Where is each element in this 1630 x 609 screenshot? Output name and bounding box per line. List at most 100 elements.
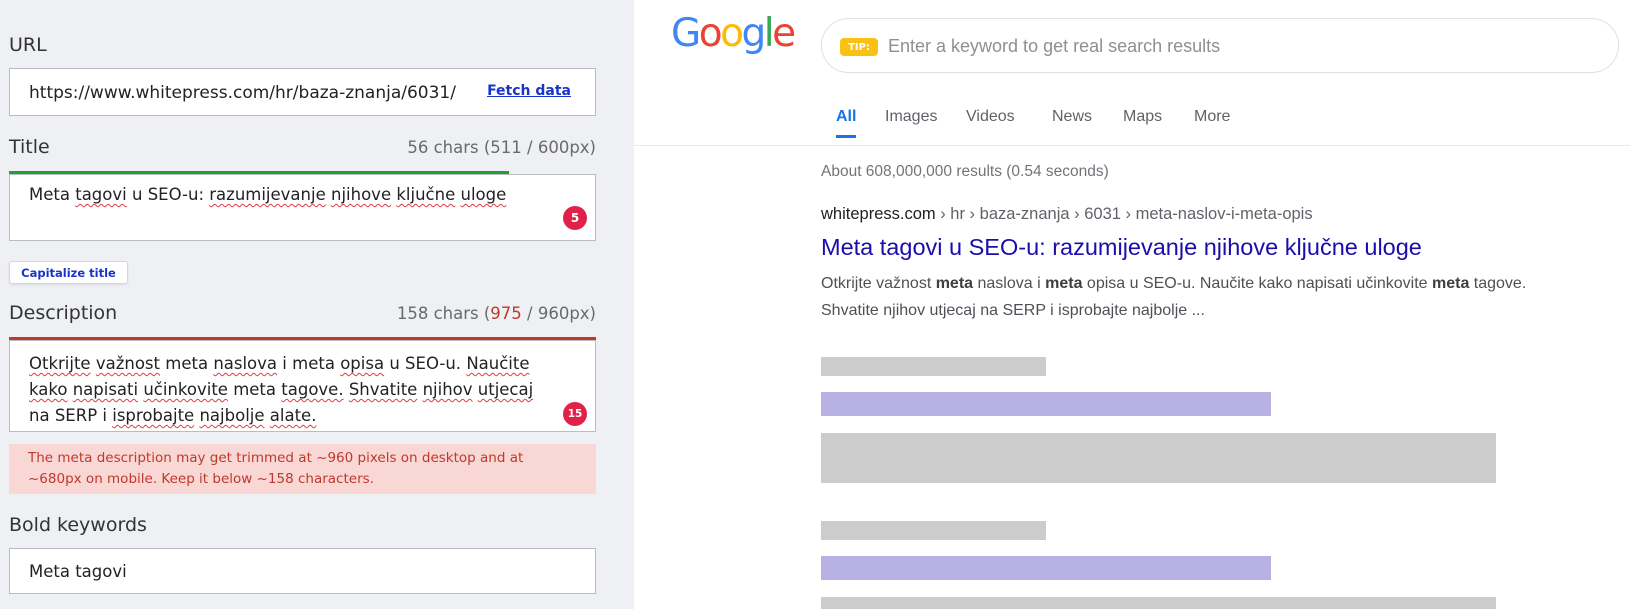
result-snippet: Otkrijte važnost meta naslova i meta opi… <box>821 270 1541 324</box>
bold-keywords-input[interactable]: Meta tagovi <box>9 548 596 594</box>
snippet-bold-keyword: meta <box>1045 275 1083 292</box>
description-word: i <box>282 354 287 373</box>
description-misspelled-word: važnost <box>95 354 160 373</box>
description-label: Description <box>9 302 118 324</box>
bold-keywords-value[interactable]: Meta tagovi <box>29 562 127 581</box>
breadcrumb-segment: hr <box>950 205 965 223</box>
url-label: URL <box>9 34 47 56</box>
result-domain: whitepress.com <box>821 205 936 223</box>
breadcrumb-separator: › <box>964 205 980 223</box>
snippet-text: naslova i <box>973 275 1046 292</box>
url-value[interactable]: https://www.whitepress.com/hr/baza-znanj… <box>29 83 456 103</box>
description-misspelled-word: njihov <box>422 380 473 399</box>
description-misspelled-word: Naučite <box>466 354 530 373</box>
title-label: Title <box>9 136 50 158</box>
description-word: meta <box>233 380 277 399</box>
description-count-prefix: 158 chars ( <box>396 304 491 323</box>
description-misspelled-word: kako <box>29 380 68 399</box>
description-text[interactable]: Otkrijte važnost meta naslova i meta opi… <box>29 351 559 429</box>
tab-videos[interactable]: Videos <box>966 106 1015 138</box>
capitalize-title-button[interactable]: Capitalize title <box>9 261 128 284</box>
description-misspelled-word: Shvatite <box>348 380 418 399</box>
title-misspelled-word: razumijevanje <box>209 185 326 204</box>
placeholder-snippet-block <box>821 433 1496 483</box>
tab-images[interactable]: Images <box>885 106 937 138</box>
snippet-bold-keyword: meta <box>935 275 974 292</box>
description-misspelled-word: najbolje <box>199 406 265 425</box>
url-input[interactable]: https://www.whitepress.com/hr/baza-znanj… <box>9 68 596 116</box>
snippet-text: opisa u SEO-u. Naučite kako napisati uči… <box>1082 275 1432 292</box>
description-misspelled-word: Otkrijte <box>29 354 91 373</box>
title-spellcheck-badge: 5 <box>563 206 587 230</box>
logo-letter: e <box>772 11 796 56</box>
placeholder-snippet-block <box>821 597 1496 609</box>
placeholder-url-bar <box>821 357 1046 376</box>
result-stats: About 608,000,000 results (0.54 seconds) <box>821 163 1109 180</box>
breadcrumb-segment: meta-naslov-i-meta-opis <box>1135 205 1313 223</box>
tab-news[interactable]: News <box>1052 106 1092 138</box>
placeholder-title-bar <box>821 556 1271 580</box>
serp-preview-panel: Google TIP: All Images Videos News Maps … <box>634 0 1630 609</box>
placeholder-url-bar <box>821 521 1046 540</box>
description-count-over: 975 <box>490 304 522 323</box>
snippet-bold-keyword: meta <box>1431 275 1470 292</box>
breadcrumb-segment: baza-znanja <box>979 205 1070 223</box>
google-logo: Google <box>671 11 796 56</box>
breadcrumb-segment: 6031 <box>1084 205 1121 223</box>
placeholder-title-bar <box>821 392 1271 416</box>
title-word: u <box>131 185 143 204</box>
breadcrumb-separator: › <box>1120 205 1136 223</box>
description-warning-line2: ~680px on mobile. Keep it below ~158 cha… <box>28 471 374 487</box>
result-breadcrumb: whitepress.com › hr › baza-znanja › 6031… <box>821 205 1313 224</box>
description-spellcheck-badge: 15 <box>563 402 587 426</box>
tab-maps[interactable]: Maps <box>1123 106 1162 138</box>
title-misspelled-word: njihove <box>331 185 392 204</box>
description-misspelled-word: utjecaj <box>477 380 534 399</box>
bold-keywords-label: Bold keywords <box>9 514 147 536</box>
description-char-count: 158 chars (975 / 960px) <box>397 304 596 323</box>
search-input[interactable] <box>888 31 1588 61</box>
description-misspelled-word: napisati <box>72 380 139 399</box>
logo-letter: o <box>720 11 744 56</box>
title-text[interactable]: Meta tagovi u SEO-u: razumijevanje njiho… <box>29 185 506 204</box>
description-misspelled-word: tagove. <box>281 380 344 399</box>
breadcrumb-separator: › <box>1069 205 1085 223</box>
tip-badge: TIP: <box>840 38 878 56</box>
description-textarea[interactable]: Otkrijte važnost meta naslova i meta opi… <box>9 340 596 432</box>
description-word: SERP <box>54 406 98 425</box>
snippet-editor-panel: URL https://www.whitepress.com/hr/baza-z… <box>0 0 634 609</box>
logo-letter: G <box>671 11 701 56</box>
logo-letter: g <box>741 11 766 56</box>
tabs-divider <box>634 145 1630 146</box>
search-bar[interactable]: TIP: <box>821 18 1619 73</box>
logo-letter: o <box>698 11 723 56</box>
tab-all[interactable]: All <box>836 106 857 138</box>
title-misspelled-word: uloge <box>460 185 507 204</box>
description-word: meta <box>292 354 335 373</box>
title-word: SEO-u: <box>147 185 205 204</box>
description-misspelled-word: alate. <box>269 406 317 425</box>
description-word: na <box>29 406 50 425</box>
description-misspelled-word: učinkovite <box>143 380 228 399</box>
description-word: SEO-u. <box>405 354 462 373</box>
snippet-text: Otkrijte važnost <box>821 275 936 292</box>
result-title-link[interactable]: Meta tagovi u SEO-u: razumijevanje njiho… <box>821 234 1422 261</box>
tab-more[interactable]: More <box>1194 106 1230 138</box>
description-misspelled-word: opisa <box>340 354 385 373</box>
description-misspelled-word: isprobajte <box>112 406 195 425</box>
logo-letter: l <box>763 11 775 56</box>
title-misspelled-word: ključne <box>396 185 456 204</box>
description-word: u <box>389 354 400 373</box>
title-char-count: 56 chars (511 / 600px) <box>407 138 596 157</box>
title-word: Meta <box>29 185 70 204</box>
description-warning-line1: The meta description may get trimmed at … <box>28 450 524 466</box>
title-textarea[interactable]: Meta tagovi u SEO-u: razumijevanje njiho… <box>9 174 596 241</box>
title-misspelled-word: tagovi <box>75 185 127 204</box>
description-misspelled-word: naslova <box>213 354 278 373</box>
breadcrumb-separator: › <box>935 205 951 223</box>
fetch-data-link[interactable]: Fetch data <box>487 83 571 99</box>
description-warning: The meta description may get trimmed at … <box>9 444 596 494</box>
description-word: meta <box>165 354 209 373</box>
description-count-suffix: / 960px) <box>521 304 596 323</box>
description-word: i <box>102 406 107 425</box>
